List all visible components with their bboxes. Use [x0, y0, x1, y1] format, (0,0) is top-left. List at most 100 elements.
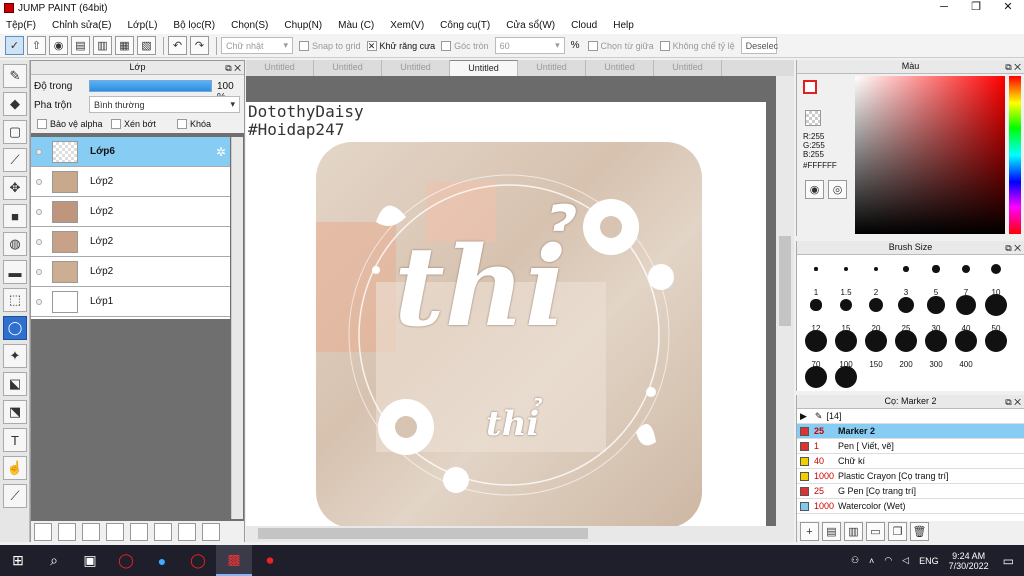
tab-untitled[interactable]: Untitled	[518, 60, 586, 76]
brush-size-cell[interactable]: 15	[831, 293, 861, 333]
brush-size-cell[interactable]: 1.5	[831, 257, 861, 297]
panel-close-icon[interactable]: ⧉ ✕	[1005, 61, 1021, 74]
brush-size-cell[interactable]: 30	[921, 293, 951, 333]
zalo-icon[interactable]: ●	[144, 545, 180, 576]
merge-down-icon[interactable]	[178, 523, 196, 541]
grid-icon[interactable]: ▦	[115, 36, 134, 55]
rectangle-tool-icon[interactable]: ▢	[3, 120, 27, 144]
wifi-icon[interactable]: ◠	[884, 555, 892, 566]
cloud-sync-icon[interactable]: ✓	[5, 36, 24, 55]
gradient-tool-icon[interactable]: ▬	[3, 260, 27, 284]
language-indicator[interactable]: ENG	[919, 556, 939, 566]
brush-size-cell[interactable]: 12	[801, 293, 831, 333]
brush-size-cell[interactable]	[831, 365, 861, 395]
record-icon[interactable]: ⏺	[252, 545, 288, 576]
brush-tool-icon[interactable]: ⟋	[3, 148, 27, 172]
select-pen-tool-icon[interactable]: ⬕	[3, 372, 27, 396]
protect-alpha-checkbox[interactable]: Bảo vệ alpha	[37, 119, 103, 129]
brush-size-cell[interactable]: 25	[891, 293, 921, 333]
operation-tool-icon[interactable]: ☝	[3, 456, 27, 480]
search-icon[interactable]: ⌕	[36, 545, 72, 576]
opera-gx-icon[interactable]: ◯	[180, 545, 216, 576]
visibility-icon[interactable]	[36, 238, 42, 245]
brush-size-cell[interactable]: 3	[891, 257, 921, 297]
expand-icon[interactable]: ▶	[800, 411, 807, 422]
pen-tool-icon[interactable]: ✎	[3, 64, 27, 88]
brush-size-cell[interactable]	[801, 365, 831, 395]
menu-layer[interactable]: Lớp(L)	[128, 20, 158, 31]
fixed-ratio-checkbox[interactable]: Không chế tỷ lệ	[659, 40, 735, 51]
close-button[interactable]: ✕	[992, 0, 1024, 16]
move-tool-icon[interactable]: ✥	[3, 176, 27, 200]
layer-row[interactable]: Lớp2	[31, 257, 230, 287]
round-value-input[interactable]: 60 ▾	[494, 37, 565, 54]
comment-icon[interactable]: ▤	[71, 36, 90, 55]
menu-select[interactable]: Chọn(S)	[231, 20, 268, 31]
folder-icon[interactable]: ▭	[866, 522, 885, 541]
menu-edit[interactable]: Chỉnh sửa(E)	[52, 20, 112, 31]
notification-icon[interactable]: ▭	[1003, 554, 1014, 568]
lasso-tool-icon[interactable]: ◯	[3, 316, 27, 340]
horizontal-scrollbar[interactable]	[246, 526, 794, 542]
new-8bit-layer-icon[interactable]	[58, 523, 76, 541]
foreground-color-swatch[interactable]	[803, 80, 817, 94]
layer-row[interactable]: Lớp2	[31, 197, 230, 227]
new-1bit-layer-icon[interactable]	[82, 523, 100, 541]
panel-close-icon[interactable]: ⧉ ✕	[1005, 396, 1021, 409]
canvas-page[interactable]: DotothyDaisy #Hoidap247 thỉ thỉ	[246, 102, 766, 542]
menu-color[interactable]: Màu (C)	[338, 20, 374, 31]
visibility-icon[interactable]	[36, 268, 42, 275]
tile-icon[interactable]: ▧	[137, 36, 156, 55]
brush-size-cell[interactable]: 1	[801, 257, 831, 297]
brush-list-item[interactable]: 1000 Plastic Crayon [Cọ trang trí]	[797, 469, 1024, 484]
brush-list-item[interactable]: 25 Marker 2	[797, 424, 1024, 439]
round-corner-checkbox[interactable]: Góc tròn	[441, 40, 489, 51]
brush-group-row[interactable]: ▶ ✎ [14]	[797, 409, 1024, 424]
trash-icon[interactable]: 🗑	[910, 522, 929, 541]
brush-size-cell[interactable]: 40	[951, 293, 981, 333]
tab-untitled[interactable]: Untitled	[314, 60, 382, 76]
menu-capture[interactable]: Chụp(N)	[284, 20, 322, 31]
fill-rect-tool-icon[interactable]: ■	[3, 204, 27, 228]
select-eraser-tool-icon[interactable]: ⬔	[3, 400, 27, 424]
opacity-slider[interactable]	[89, 80, 212, 92]
jump-paint-taskbar-icon[interactable]: ▩	[216, 545, 252, 576]
brush-size-cell[interactable]: 200	[891, 329, 921, 369]
panel-close-icon[interactable]: ⧉ ✕	[1005, 242, 1021, 255]
select-from-center-checkbox[interactable]: Chọn từ giữa	[587, 40, 654, 51]
transparent-color-swatch[interactable]	[805, 110, 821, 126]
menu-help[interactable]: Help	[613, 20, 634, 31]
shape-select[interactable]: Chữ nhật ▾	[221, 37, 293, 54]
brush-size-cell[interactable]	[981, 329, 1011, 359]
redo-icon[interactable]: ↷	[190, 36, 209, 55]
opera-icon[interactable]: ◯	[108, 545, 144, 576]
brush-size-cell[interactable]: 400	[951, 329, 981, 369]
brush-size-cell[interactable]: 70	[801, 329, 831, 369]
export-icon[interactable]: ⇧	[27, 36, 46, 55]
tab-untitled[interactable]: Untitled	[654, 60, 722, 76]
folder-icon[interactable]	[130, 523, 148, 541]
blend-mode-select[interactable]: Bình thường ▾	[89, 96, 240, 113]
menu-filter[interactable]: Bộ lọc(R)	[173, 20, 215, 31]
clip-checkbox[interactable]: Xén bớt	[111, 119, 156, 129]
tab-untitled[interactable]: Untitled	[382, 60, 450, 76]
people-icon[interactable]: ⚇	[851, 555, 859, 566]
menu-view[interactable]: Xem(V)	[390, 20, 424, 31]
visibility-icon[interactable]	[36, 208, 42, 215]
chevron-up-icon[interactable]: ˄	[869, 556, 874, 566]
visibility-icon[interactable]	[36, 178, 42, 185]
maximize-button[interactable]: ❐	[960, 0, 992, 16]
canvas-area[interactable]: DotothyDaisy #Hoidap247 thỉ thỉ	[246, 76, 794, 542]
layer-row[interactable]: Lớp6 ✲	[31, 137, 230, 167]
brush-size-cell[interactable]: 20	[861, 293, 891, 333]
clock[interactable]: 9:24 AM 7/30/2022	[949, 551, 989, 571]
brush-size-cell[interactable]: 5	[921, 257, 951, 297]
layer-row[interactable]: Lớp2	[31, 167, 230, 197]
gear-icon[interactable]: ✲	[216, 145, 226, 159]
page-icon[interactable]: ▥	[93, 36, 112, 55]
brush-size-cell[interactable]: 300	[921, 329, 951, 369]
marquee-tool-icon[interactable]: ⬚	[3, 288, 27, 312]
brush-list-item[interactable]: 40 Chữ kí	[797, 454, 1024, 469]
eraser-tool-icon[interactable]: ◆	[3, 92, 27, 116]
brush-list-item[interactable]: 1000 Watercolor (Wet)	[797, 499, 1024, 514]
